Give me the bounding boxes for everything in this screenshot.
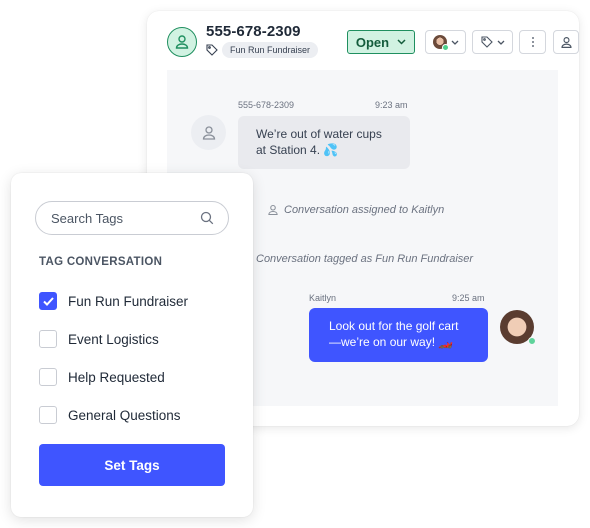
- status-label: Open: [355, 34, 390, 50]
- checkbox[interactable]: [39, 368, 57, 386]
- online-status-dot: [528, 337, 536, 345]
- message-time: 9:25 am: [452, 293, 485, 303]
- chevron-down-icon: [397, 39, 406, 45]
- event-tagged: Conversation tagged as Fun Run Fundraise…: [256, 253, 473, 265]
- event-assigned: Conversation assigned to Kaitlyn: [267, 204, 444, 216]
- person-icon: [202, 125, 215, 140]
- more-vertical-icon: [531, 37, 534, 47]
- set-tags-button[interactable]: Set Tags: [39, 444, 225, 486]
- checkbox-checked[interactable]: [39, 292, 57, 310]
- tag-option[interactable]: Help Requested: [39, 358, 188, 396]
- event-text: Conversation assigned to Kaitlyn: [284, 204, 445, 216]
- section-title: TAG CONVERSATION: [39, 256, 163, 268]
- tags-dropdown[interactable]: [472, 30, 513, 54]
- contact-avatar-small: [191, 115, 226, 150]
- search-icon[interactable]: [200, 211, 214, 225]
- tag-icon: [480, 36, 493, 48]
- message-sender: Kaitlyn: [309, 293, 337, 303]
- contact-avatar[interactable]: [167, 27, 197, 57]
- contact-tags: Fun Run Fundraiser: [206, 42, 319, 58]
- person-icon: [560, 36, 572, 48]
- tag-chip[interactable]: Fun Run Fundraiser: [222, 42, 319, 58]
- contact-profile-button[interactable]: [553, 30, 579, 54]
- tag-option-label: Fun Run Fundraiser: [68, 293, 189, 309]
- message-sender: 555-678-2309: [238, 100, 295, 110]
- message-time: 9:23 am: [375, 100, 408, 110]
- tag-option[interactable]: General Questions: [39, 396, 188, 434]
- outgoing-message: Look out for the golf cart—we’re on our …: [309, 308, 488, 362]
- chevron-down-icon: [451, 40, 458, 45]
- check-icon: [42, 296, 54, 306]
- assignee-dropdown[interactable]: [425, 30, 466, 54]
- tag-list: Fun Run Fundraiser Event Logistics Help …: [39, 290, 188, 442]
- tag-icon: [206, 44, 218, 56]
- conversation-header: 555-678-2309 Fun Run Fundraiser Open: [167, 23, 579, 61]
- more-options-button[interactable]: [519, 30, 546, 54]
- person-icon: [268, 204, 278, 216]
- incoming-message: We’re out of water cups at Station 4. 💦: [238, 116, 410, 169]
- tag-option-label: Help Requested: [68, 369, 165, 385]
- chevron-down-icon: [497, 40, 504, 45]
- tag-option-label: Event Logistics: [68, 331, 159, 347]
- checkbox[interactable]: [39, 406, 57, 424]
- tag-conversation-panel: TAG CONVERSATION Fun Run Fundraiser Even…: [11, 173, 253, 517]
- event-text: Conversation tagged as Fun Run Fundraise…: [256, 253, 474, 265]
- status-dropdown[interactable]: Open: [347, 30, 415, 54]
- checkbox[interactable]: [39, 330, 57, 348]
- tag-option[interactable]: Fun Run Fundraiser: [39, 282, 188, 320]
- tag-option-label: General Questions: [68, 407, 181, 423]
- search-tags-field[interactable]: [35, 201, 229, 235]
- tag-option[interactable]: Event Logistics: [39, 320, 188, 358]
- assignee-avatar: [432, 35, 449, 51]
- contact-phone: 555-678-2309: [206, 23, 301, 40]
- search-tags-input[interactable]: [51, 210, 191, 226]
- person-icon: [175, 35, 189, 49]
